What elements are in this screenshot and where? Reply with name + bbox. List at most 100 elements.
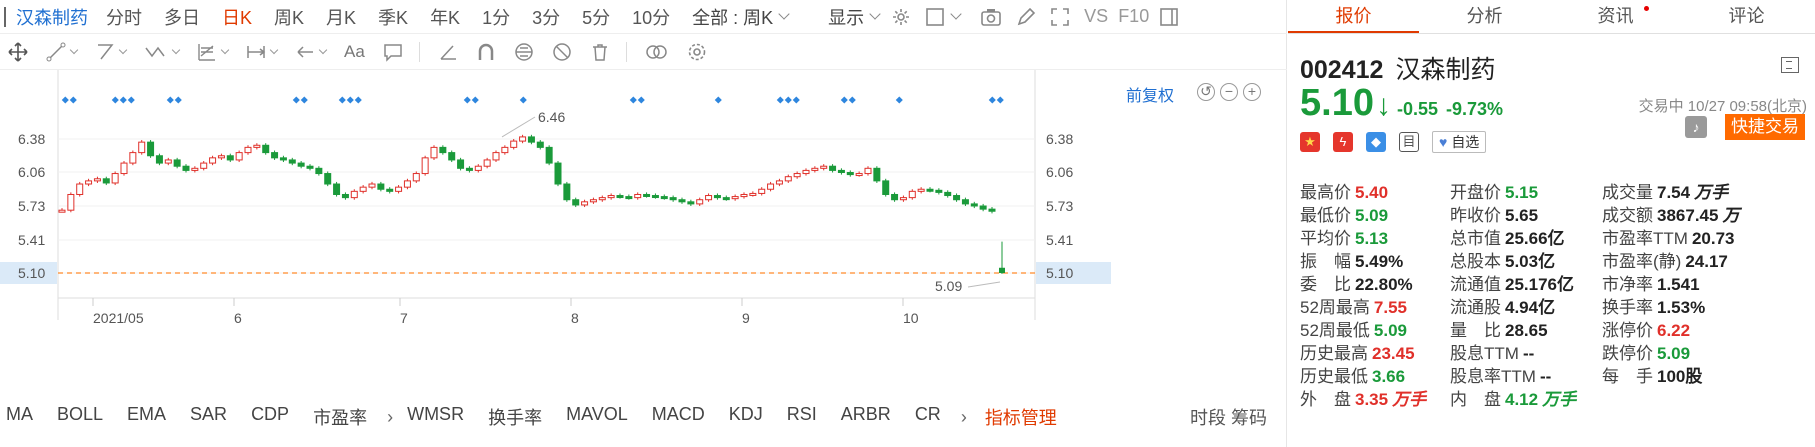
candle-body <box>102 178 110 184</box>
indicator-item[interactable]: MA <box>6 404 33 430</box>
angle-tool-icon[interactable] <box>438 42 458 62</box>
period-tab[interactable]: 分时 <box>106 4 142 30</box>
vs-button[interactable]: VS <box>1084 6 1108 27</box>
heart-icon: ♥ <box>1439 134 1448 150</box>
comment-tool-icon[interactable] <box>383 42 403 62</box>
stat-item: 总市值 25.66亿 <box>1450 224 1565 249</box>
candle-body <box>999 267 1005 273</box>
drawing-toolbar: Aa <box>0 34 1287 70</box>
arrow-tool-icon[interactable] <box>295 42 328 62</box>
tab-3[interactable]: 评论 <box>1681 0 1812 33</box>
stat-label: 市盈率TTM <box>1602 229 1688 248</box>
fib-tool-icon[interactable] <box>197 42 230 62</box>
indicator-item[interactable]: 市盈率 <box>313 404 367 430</box>
line-tool-icon[interactable] <box>46 42 79 62</box>
kline-chart[interactable]: 6.38 6.38 6.06 6.06 5.73 5.73 5.41 5.41 5.10 5.10… <box>0 70 1287 386</box>
period-tab[interactable]: 季K <box>378 4 408 30</box>
chevron-right-icon[interactable]: › <box>387 407 393 428</box>
camera-icon[interactable] <box>980 7 1002 27</box>
candle-body <box>793 173 801 178</box>
tab-1[interactable]: 分析 <box>1419 0 1550 33</box>
event-marker <box>166 96 174 104</box>
tab-2[interactable]: 资讯 <box>1550 0 1681 33</box>
stat-item: 市盈率TTM 20.73 <box>1602 224 1734 249</box>
reset-icon[interactable]: ↺ <box>1197 83 1215 101</box>
bell-icon[interactable]: ♪ <box>1685 116 1707 138</box>
pen-icon[interactable] <box>1016 7 1036 27</box>
indicator-manage-button[interactable]: 指标管理 <box>985 404 1057 430</box>
limit-down-icon[interactable]: ϟ <box>1333 132 1353 152</box>
indicator-item[interactable]: MAVOL <box>566 404 628 430</box>
hide-drawing-icon[interactable] <box>552 42 572 62</box>
wave-tool-icon[interactable] <box>144 42 181 62</box>
period-tab[interactable]: 日K <box>222 4 252 30</box>
candle-body <box>581 201 589 206</box>
indicator-item[interactable]: WMSR <box>407 404 464 430</box>
channel-tool-icon[interactable] <box>95 42 128 62</box>
stat-value: 5.03亿 <box>1505 252 1556 271</box>
indicator-item[interactable]: RSI <box>787 404 817 430</box>
chevron-right-icon[interactable]: › <box>961 407 967 428</box>
all-select[interactable]: 全部 : 周K <box>692 4 790 30</box>
indicator-item[interactable]: SAR <box>190 404 227 430</box>
fast-trade-button[interactable]: 快捷交易 <box>1725 114 1805 140</box>
period-tab[interactable]: 周K <box>274 4 304 30</box>
settings-icon[interactable] <box>891 7 911 27</box>
candle-body <box>731 196 739 200</box>
move-icon[interactable] <box>8 41 28 62</box>
gear-icon[interactable] <box>687 42 707 62</box>
period-tab[interactable]: 1分 <box>482 4 510 30</box>
period-tab[interactable]: 5分 <box>582 4 610 30</box>
text-tool-icon[interactable]: Aa <box>344 42 365 62</box>
document-icon[interactable]: 目 <box>1399 132 1419 152</box>
stats-row: 52周最高 7.55 流通股 4.94亿 换手率 1.53% <box>1300 293 1810 317</box>
period-tab[interactable]: 3分 <box>532 4 560 30</box>
candle-body <box>333 183 341 195</box>
candle-body <box>705 195 713 201</box>
tag-icon[interactable]: ◆ <box>1366 132 1386 152</box>
f10-button[interactable]: F10 <box>1118 6 1149 27</box>
indicator-item[interactable]: KDJ <box>729 404 763 430</box>
stock-name-link[interactable]: 汉森制药 <box>16 4 88 30</box>
sidebar-toggle-icon[interactable] <box>1159 7 1179 27</box>
indicator-item[interactable]: CR <box>915 404 941 430</box>
stat-label: 换手率 <box>1602 298 1653 317</box>
trash-icon[interactable] <box>590 42 610 62</box>
candle-body <box>882 180 890 195</box>
indicator-item[interactable]: CDP <box>251 404 289 430</box>
indicator-item[interactable]: EMA <box>127 404 166 430</box>
fullscreen-icon[interactable] <box>1050 7 1070 27</box>
candle-body <box>625 196 633 200</box>
zoom-in-icon[interactable]: + <box>1243 83 1261 101</box>
stat-value: 5.09 <box>1373 321 1408 340</box>
adjust-mode-button[interactable]: 前复权 <box>1126 82 1174 106</box>
candle-body <box>598 197 606 201</box>
candle-body <box>899 197 907 201</box>
add-favorite-button[interactable]: ♥ 自选 <box>1432 131 1487 153</box>
y-tick-label: 5.41 <box>1046 232 1073 248</box>
display-select[interactable]: 显示 <box>828 4 881 30</box>
range-tool-icon[interactable] <box>246 42 279 62</box>
menu-icon[interactable] <box>1781 57 1799 73</box>
period-tab[interactable]: 多日 <box>164 4 200 30</box>
indicator-item[interactable]: MACD <box>652 404 705 430</box>
magnet-icon[interactable] <box>476 42 496 62</box>
zoom-out-icon[interactable]: − <box>1220 83 1238 101</box>
compare-icon[interactable] <box>645 42 669 62</box>
stat-label: 成交量 <box>1602 183 1653 202</box>
indicator-item[interactable]: 换手率 <box>488 404 542 430</box>
stat-value: 3.66 <box>1372 367 1406 386</box>
indicator-item[interactable]: ARBR <box>841 404 891 430</box>
stat-label: 委 比 <box>1300 275 1351 294</box>
chart-type-select[interactable] <box>925 7 962 27</box>
indicator-item[interactable]: BOLL <box>57 404 103 430</box>
last-price: 5.10 <box>1300 82 1374 124</box>
period-tab[interactable]: 年K <box>430 4 460 30</box>
candle-body <box>501 146 509 154</box>
period-tab[interactable]: 月K <box>326 4 356 30</box>
session-chips-button[interactable]: 时段 筹码 <box>1190 404 1267 430</box>
period-tab[interactable]: 10分 <box>632 4 670 30</box>
china-flag-icon[interactable]: ★ <box>1300 132 1320 152</box>
tab-0[interactable]: 报价 <box>1288 0 1419 33</box>
lock-drawing-icon[interactable] <box>514 42 534 62</box>
